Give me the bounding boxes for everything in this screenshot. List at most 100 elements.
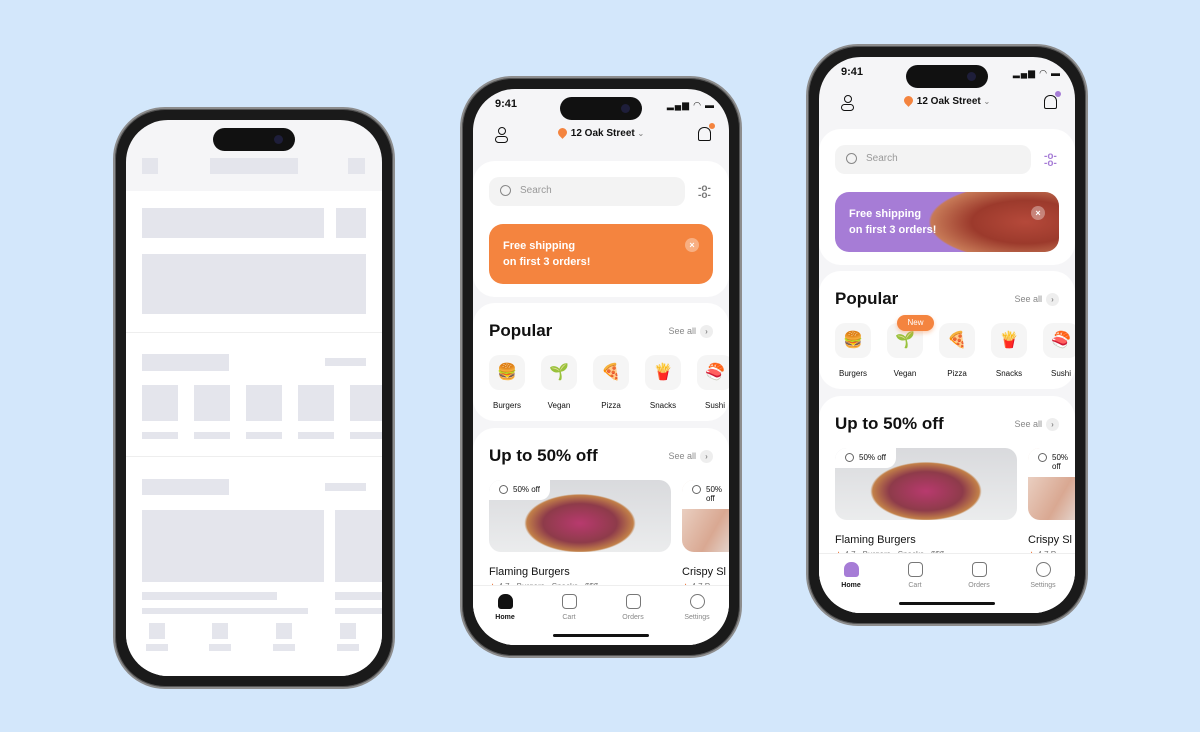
restaurant-image[interactable]: 50% off — [1028, 448, 1075, 520]
restaurant-image[interactable]: 50% off — [835, 448, 1017, 520]
category-icon: 🍣 — [697, 355, 729, 390]
placeholder-block — [336, 208, 366, 238]
placeholder-block — [335, 510, 382, 582]
nav-cart[interactable]: Cart — [544, 594, 594, 621]
placeholder-block — [335, 608, 382, 614]
category-icon: 🍕 — [593, 355, 629, 390]
category-0[interactable]: 🍔 Burgers — [489, 355, 525, 410]
nav-orders[interactable]: Orders — [608, 594, 658, 621]
pin-icon — [555, 126, 569, 139]
location-selector[interactable]: 12 Oak Street ⌄ — [473, 126, 729, 139]
orders-icon — [625, 594, 641, 609]
placeholder-block — [276, 623, 292, 639]
restaurant-name[interactable]: Crispy Sl — [682, 566, 726, 578]
dynamic-island — [560, 97, 642, 120]
filter-icon[interactable]: -o- -o- — [1044, 152, 1057, 169]
notification-bell-icon[interactable] — [1044, 91, 1061, 109]
notification-bell-icon[interactable] — [698, 123, 715, 141]
deals-see-all[interactable]: See all › — [1014, 418, 1059, 431]
restaurant-image[interactable]: 50% off — [682, 480, 729, 552]
deals-title: Up to 50% off — [489, 446, 598, 465]
search-input[interactable]: Search — [835, 145, 1031, 174]
placeholder-block — [142, 592, 277, 600]
placeholder-block — [142, 385, 178, 421]
placeholder-block — [194, 432, 230, 439]
category-1[interactable]: 🌱 Vegan — [887, 323, 923, 378]
placeholder-block — [149, 623, 165, 639]
category-4[interactable]: 🍣 Sushi — [1043, 323, 1075, 378]
restaurant-name[interactable]: Flaming Burgers — [835, 534, 916, 546]
settings-icon — [689, 594, 705, 609]
placeholder-block — [246, 432, 282, 439]
category-3[interactable]: 🍟 Snacks — [645, 355, 681, 410]
placeholder-block — [350, 432, 382, 439]
nav-orders[interactable]: Orders — [954, 562, 1004, 589]
discount-tag: 50% off — [835, 448, 896, 468]
placeholder-block — [146, 644, 168, 651]
placeholder-block — [246, 385, 282, 421]
placeholder-block — [348, 158, 365, 174]
status-time: 9:41 — [495, 98, 518, 110]
search-input[interactable]: Search — [489, 177, 685, 206]
discount-tag: 50% off — [1028, 448, 1075, 477]
chevron-right-icon: › — [700, 325, 713, 338]
restaurant-name[interactable]: Flaming Burgers — [489, 566, 570, 578]
cart-icon — [561, 594, 577, 609]
category-0[interactable]: 🍔 Burgers — [835, 323, 871, 378]
status-icons: ▂▄▆ ◠ ▬ — [666, 100, 715, 110]
dynamic-island — [906, 65, 988, 88]
close-icon[interactable]: × — [1031, 206, 1045, 220]
placeholder-block — [325, 483, 366, 491]
filter-icon[interactable]: -o- -o- — [698, 184, 711, 201]
chevron-right-icon: › — [700, 450, 713, 463]
category-icon: 🍕 — [939, 323, 975, 358]
nav-cart[interactable]: Cart — [890, 562, 940, 589]
placeholder-block — [142, 254, 366, 314]
popular-see-all[interactable]: See all › — [1014, 293, 1059, 306]
close-icon[interactable]: × — [685, 238, 699, 252]
category-icon: 🍔 — [835, 323, 871, 358]
category-2[interactable]: 🍕 Pizza — [939, 323, 975, 378]
placeholder-block — [212, 623, 228, 639]
placeholder-block — [298, 385, 334, 421]
popular-see-all[interactable]: See all › — [668, 325, 713, 338]
chevron-down-icon: ⌄ — [983, 97, 991, 106]
placeholder-block — [142, 608, 308, 614]
category-icon: 🍣 — [1043, 323, 1075, 358]
nav-home[interactable]: Home — [826, 562, 876, 589]
restaurant-name[interactable]: Crispy Sl — [1028, 534, 1072, 546]
popular-title: Popular — [835, 289, 899, 308]
category-3[interactable]: 🍟 Snacks — [991, 323, 1027, 378]
placeholder-block — [142, 479, 229, 495]
home-icon — [497, 594, 513, 609]
promo-banner[interactable]: Free shipping on first 3 orders! × — [489, 224, 713, 284]
placeholder-block — [210, 158, 298, 174]
promo-banner[interactable]: Free shipping on first 3 orders! × — [835, 192, 1059, 252]
category-icon: 🌱 — [541, 355, 577, 390]
nav-settings[interactable]: Settings — [1018, 562, 1068, 589]
status-time: 9:41 — [841, 66, 864, 78]
nav-settings[interactable]: Settings — [672, 594, 722, 621]
restaurant-image[interactable]: 50% off — [489, 480, 671, 552]
chevron-down-icon: ⌄ — [637, 129, 645, 138]
deals-see-all[interactable]: See all › — [668, 450, 713, 463]
category-icon: 🍟 — [645, 355, 681, 390]
chevron-right-icon: › — [1046, 418, 1059, 431]
pin-icon — [901, 94, 915, 107]
nav-home[interactable]: Home — [480, 594, 530, 621]
placeholder-block — [335, 592, 382, 600]
category-4[interactable]: 🍣 Sushi — [697, 355, 729, 410]
discount-tag: 50% off — [682, 480, 729, 509]
chevron-right-icon: › — [1046, 293, 1059, 306]
category-2[interactable]: 🍕 Pizza — [593, 355, 629, 410]
wireframe-screen — [126, 120, 382, 676]
placeholder-block — [142, 510, 324, 582]
search-icon — [846, 153, 857, 164]
phone-purple: 9:41 ▂▄▆ ◠ ▬ 12 Oak Street ⌄ Search -o- -… — [806, 44, 1088, 626]
wireframe-phone — [113, 107, 395, 689]
new-badge: New — [897, 315, 934, 331]
search-icon — [500, 185, 511, 196]
phone-orange: 9:41 ▂▄▆ ◠ ▬ 12 Oak Street ⌄ Search -o- -… — [460, 76, 742, 658]
category-1[interactable]: 🌱 Vegan — [541, 355, 577, 410]
location-selector[interactable]: 12 Oak Street ⌄ — [819, 94, 1075, 107]
